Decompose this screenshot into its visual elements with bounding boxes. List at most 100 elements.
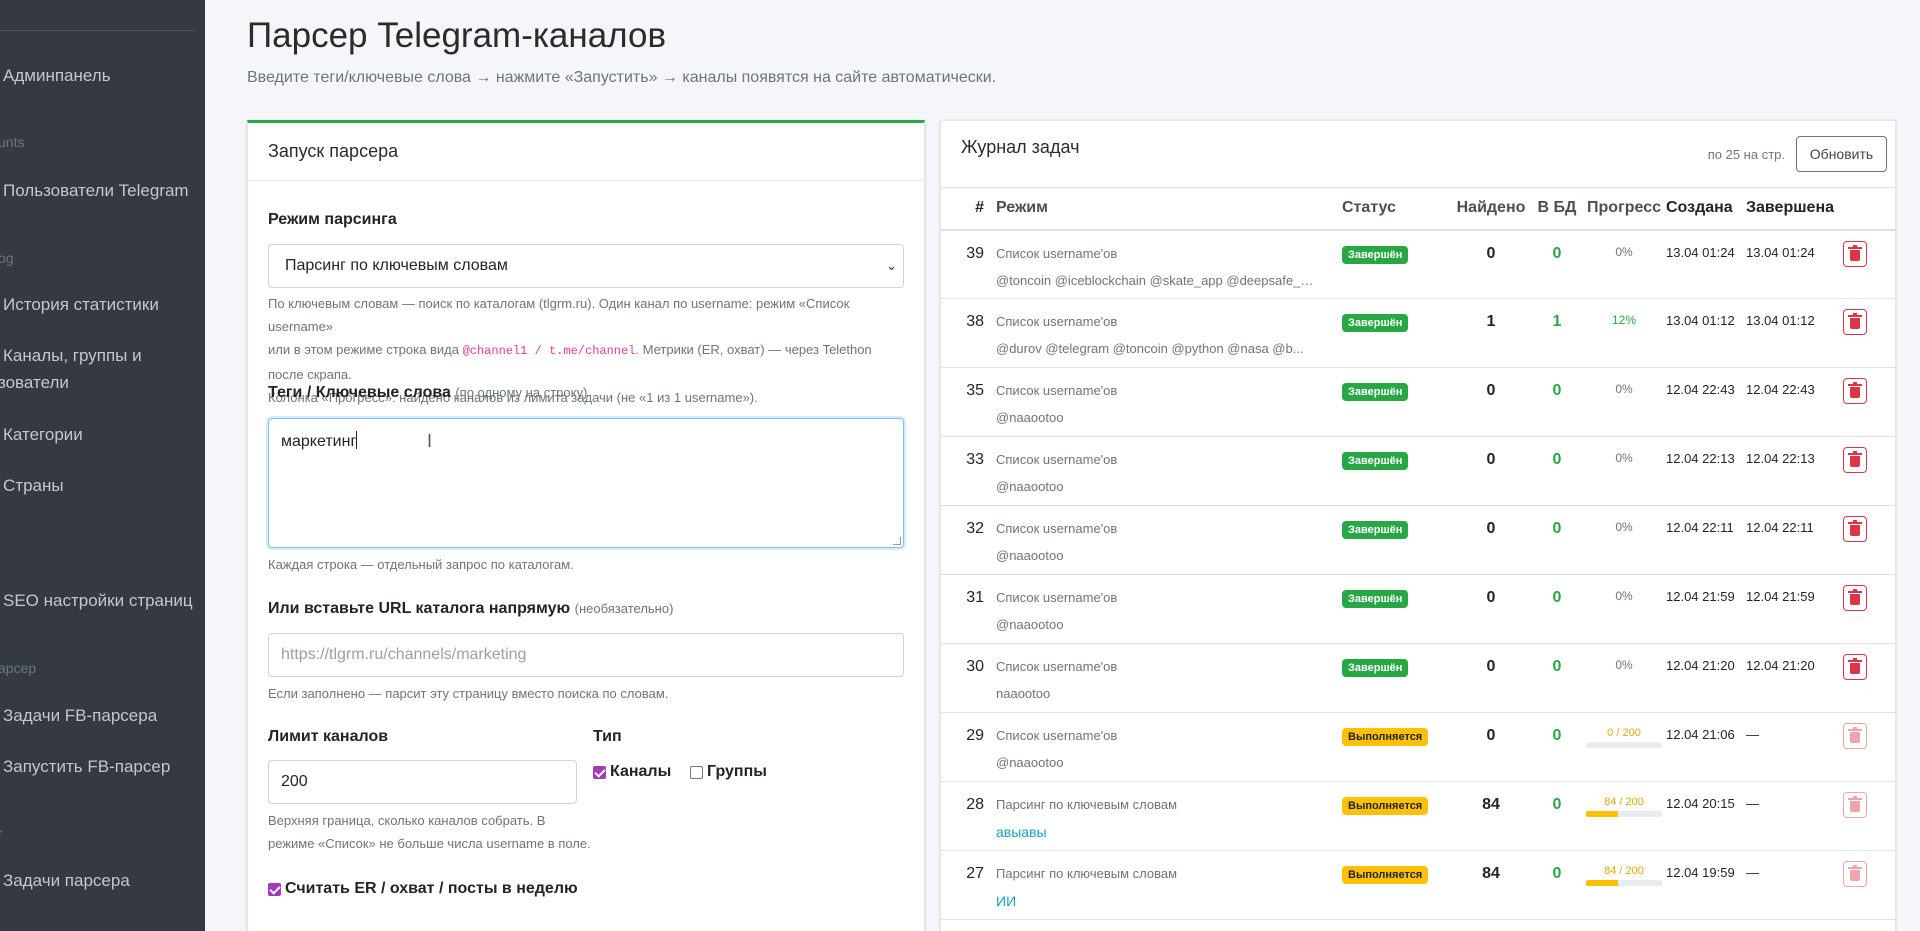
trash-icon xyxy=(1848,658,1862,674)
task-mode-detail[interactable]: авыавы xyxy=(996,824,1316,840)
task-created: 12.04 19:59 xyxy=(1666,850,1746,920)
delete-button[interactable] xyxy=(1843,447,1867,473)
task-progress: 0% xyxy=(1582,367,1666,437)
delete-button[interactable] xyxy=(1843,792,1867,818)
task-completed: 12.04 22:11 xyxy=(1746,505,1839,575)
mode-select[interactable]: Парсинг по ключевым словам ⌄ xyxy=(268,244,904,288)
sidebar-item-parser-tasks[interactable]: Задачи парсера xyxy=(3,867,130,894)
page-subtitle: Введите теги/ключевые слова → нажмите «З… xyxy=(247,69,997,86)
delete-button[interactable] xyxy=(1843,585,1867,611)
status-badge: Завершён xyxy=(1342,452,1409,470)
delete-button[interactable] xyxy=(1843,723,1867,749)
column-header-mode: Режим xyxy=(996,187,1342,231)
delete-button[interactable] xyxy=(1843,240,1867,267)
task-mode-detail: naaootoo xyxy=(996,686,1051,701)
table-row[interactable]: 31 Список username'ов @naaootoo Завершён 0 0 0… xyxy=(941,574,1897,644)
type-channels-label: Каналы xyxy=(610,763,672,780)
sidebar-item-telegram-users[interactable]: Пользователи Telegram xyxy=(3,177,189,204)
tags-textarea[interactable]: маркетинг I xyxy=(268,418,904,548)
trash-icon xyxy=(1848,589,1862,605)
status-badge: Выполняется xyxy=(1342,797,1429,815)
task-status: Выполняется xyxy=(1342,712,1450,782)
delete-button[interactable] xyxy=(1843,654,1867,680)
limit-label: Лимит каналов xyxy=(268,728,389,745)
checkbox-checked-icon xyxy=(593,765,606,779)
table-row[interactable]: 30 Список username'ов naaootoo Завершён 0 0 0%… xyxy=(941,643,1897,713)
task-mode-name: Парсинг по ключевым словам xyxy=(996,797,1178,812)
sidebar-item-admin[interactable]: Админпанель xyxy=(3,62,111,89)
progress-track xyxy=(1586,880,1662,886)
delete-button[interactable] xyxy=(1843,309,1867,335)
launch-card: Запуск парсера Режим парсинга Парсинг по… xyxy=(247,120,925,931)
column-header-created: Создана xyxy=(1666,187,1746,231)
task-mode-detail: @naaootoo xyxy=(996,479,1064,494)
task-created: 13.04 01:24 xyxy=(1666,229,1746,299)
task-id: 31 xyxy=(941,574,996,644)
sidebar-item-fb-tasks[interactable]: Задачи FB-парсера xyxy=(3,702,157,729)
table-row[interactable]: 29 Список username'ов @naaootoo Выполняется… xyxy=(941,712,1897,782)
task-created: 12.04 22:43 xyxy=(1666,367,1746,437)
task-mode-detail[interactable]: ИИ xyxy=(996,893,1316,909)
task-mode-name: Список username'ов xyxy=(996,452,1118,467)
refresh-button[interactable]: Обновить xyxy=(1796,136,1887,172)
task-actions xyxy=(1839,367,1897,437)
progress-text: 84 / 200 xyxy=(1604,865,1644,877)
sidebar-item-fb-run[interactable]: Запустить FB-парсер xyxy=(3,753,170,780)
task-mode-detail: @naaootoo xyxy=(996,617,1064,632)
sidebar-item-categories[interactable]: Категории xyxy=(3,421,83,448)
task-created: 12.04 20:15 xyxy=(1666,781,1746,851)
catalog-url-input[interactable]: https://tlgrm.ru/channels/marketing xyxy=(268,633,904,677)
delete-button[interactable] xyxy=(1843,861,1867,887)
journal-title: Журнал задач xyxy=(961,137,1080,157)
er-checkbox[interactable]: Считать ER / охват / посты в неделю xyxy=(268,880,578,898)
task-db: 0 xyxy=(1532,229,1582,299)
table-row[interactable]: 35 Список username'ов @naaootoo Завершён 0 0 0… xyxy=(941,367,1897,437)
url-label: Или вставьте URL каталога напрямую (необ… xyxy=(268,600,674,617)
task-mode-name: Список username'ов xyxy=(996,521,1118,536)
trash-icon xyxy=(1848,244,1862,261)
sidebar-item-channels-line2[interactable]: зователи xyxy=(0,369,69,396)
limit-help: Верхняя граница, сколько каналов собрать… xyxy=(268,809,591,855)
task-mode: Список username'ов @toncoin @iceblockchai… xyxy=(996,229,1342,299)
task-created: 12.04 21:06 xyxy=(1666,712,1746,782)
task-actions xyxy=(1839,229,1897,299)
delete-button[interactable] xyxy=(1843,516,1867,542)
sidebar-item-channels[interactable]: Каналы, группы и xyxy=(3,342,142,369)
delete-button[interactable] xyxy=(1843,378,1867,404)
table-row[interactable]: 33 Список username'ов @naaootoo Завершён 0 0 0… xyxy=(941,436,1897,506)
type-channels-checkbox[interactable]: Каналы xyxy=(593,763,671,781)
sidebar-item-countries[interactable]: Страны xyxy=(3,472,64,499)
table-row[interactable]: 39 Список username'ов @toncoin @iceblockch… xyxy=(941,229,1897,299)
per-page-text: по 25 на стр. xyxy=(1707,147,1785,162)
status-badge: Завершён xyxy=(1342,521,1409,539)
status-badge: Завершён xyxy=(1342,245,1409,264)
type-label: Тип xyxy=(593,728,622,745)
task-id: 39 xyxy=(941,229,996,299)
status-badge: Выполняется xyxy=(1342,866,1429,884)
resize-handle[interactable] xyxy=(893,537,901,545)
table-row[interactable]: 38 Список username'ов @durov @telegram @to… xyxy=(941,298,1897,368)
status-badge: Завершён xyxy=(1342,314,1409,332)
task-id: 38 xyxy=(941,298,996,368)
limit-input[interactable]: 200 xyxy=(268,760,577,804)
task-status: Выполняется xyxy=(1342,781,1450,851)
sidebar-item-stats-history[interactable]: История статистики xyxy=(3,291,159,318)
column-header-status: Статус xyxy=(1342,187,1450,231)
progress-track xyxy=(1586,742,1662,748)
task-db: 0 xyxy=(1532,505,1582,575)
task-actions xyxy=(1839,781,1897,851)
type-groups-checkbox[interactable]: Группы xyxy=(690,763,767,781)
task-mode-name: Список username'ов xyxy=(996,728,1118,743)
task-id: 33 xyxy=(941,436,996,506)
task-db: 0 xyxy=(1532,643,1582,713)
column-header-id: # xyxy=(941,187,996,231)
sidebar-section-header: арсер xyxy=(0,660,37,676)
table-row[interactable]: 32 Список username'ов @naaootoo Завершён 0 0 0… xyxy=(941,505,1897,575)
task-completed: — xyxy=(1746,781,1839,851)
table-row[interactable]: 27 Парсинг по ключевым словам ИИ Выполняетс… xyxy=(941,850,1897,920)
table-row[interactable]: 28 Парсинг по ключевым словам авыавы Выполн… xyxy=(941,781,1897,851)
progress-percent: 12% xyxy=(1611,313,1637,327)
task-status: Завершён xyxy=(1342,436,1450,506)
task-completed: — xyxy=(1746,850,1839,920)
sidebar-item-seo[interactable]: SEO настройки страниц xyxy=(3,587,193,614)
